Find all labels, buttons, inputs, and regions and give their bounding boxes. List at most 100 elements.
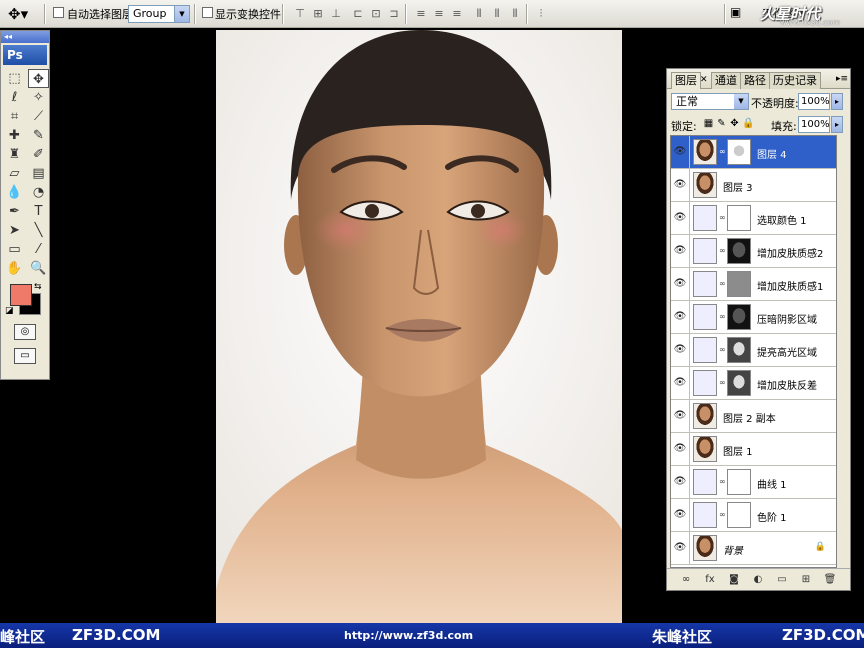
- marquee-tool-icon[interactable]: ⬚: [4, 69, 25, 88]
- layer-row[interactable]: 👁 ∞ 增加皮肤质感2: [671, 235, 836, 268]
- lasso-tool-icon[interactable]: ℓ: [4, 88, 25, 107]
- layer-row[interactable]: 👁 ∞ 图层 4: [671, 136, 836, 169]
- tab-channels[interactable]: 通道: [711, 72, 741, 89]
- clone-stamp-tool-icon[interactable]: ♜: [4, 145, 25, 164]
- opacity-input[interactable]: 100%: [798, 93, 830, 110]
- layer-mask-thumbnail[interactable]: [727, 469, 751, 495]
- align-hcenter-icon[interactable]: ⊡: [368, 6, 384, 22]
- layer-row[interactable]: 👁 图层 2 副本: [671, 400, 836, 433]
- dodge-tool-icon[interactable]: ◔: [28, 183, 49, 202]
- move-tool-icon[interactable]: ✥: [28, 69, 49, 88]
- align-bottom-icon[interactable]: ⊥: [328, 6, 344, 22]
- link-layers-icon[interactable]: ∞: [679, 573, 693, 587]
- eyedropper-tool-icon[interactable]: ⁄: [28, 240, 49, 259]
- panel-menu-icon[interactable]: ▸≡: [836, 74, 848, 84]
- layer-mask-thumbnail[interactable]: [727, 337, 751, 363]
- magic-wand-tool-icon[interactable]: ✧: [28, 88, 49, 107]
- lock-pixels-icon[interactable]: ✎: [716, 118, 727, 129]
- layer-row[interactable]: 👁 图层 3: [671, 169, 836, 202]
- visibility-eye-icon[interactable]: 👁: [671, 301, 690, 333]
- lock-transparent-icon[interactable]: ▦: [703, 118, 714, 129]
- move-tool-icon[interactable]: ✥▾: [8, 4, 40, 24]
- visibility-eye-icon[interactable]: 👁: [671, 532, 690, 564]
- layer-row[interactable]: 👁 图层 1: [671, 433, 836, 466]
- slice-tool-icon[interactable]: ⟋: [28, 107, 49, 126]
- file-browser-icon[interactable]: ▣: [730, 5, 741, 19]
- mask-link-icon[interactable]: ∞: [719, 477, 726, 486]
- gradient-tool-icon[interactable]: ▤: [28, 164, 49, 183]
- layer-row[interactable]: 👁 ∞ 选取颜色 1: [671, 202, 836, 235]
- crop-tool-icon[interactable]: ⌗: [4, 107, 25, 126]
- visibility-eye-icon[interactable]: 👁: [671, 334, 690, 366]
- tab-history[interactable]: 历史记录: [769, 72, 821, 89]
- layer-row[interactable]: 👁 ∞ 色阶 1: [671, 499, 836, 532]
- eraser-tool-icon[interactable]: ▱: [4, 164, 25, 183]
- app-badge[interactable]: Ps: [3, 45, 47, 65]
- auto-select-dropdown[interactable]: Group ▼: [128, 5, 190, 23]
- mask-link-icon[interactable]: ∞: [719, 147, 726, 156]
- visibility-eye-icon[interactable]: 👁: [671, 367, 690, 399]
- distribute-top-icon[interactable]: ≡: [413, 6, 429, 22]
- blend-mode-dropdown[interactable]: 正常 ▼: [671, 93, 749, 110]
- layer-row[interactable]: 👁 ∞ 增加皮肤反差: [671, 367, 836, 400]
- layer-mask-thumbnail[interactable]: [727, 502, 751, 528]
- visibility-eye-icon[interactable]: 👁: [671, 169, 690, 201]
- new-adjustment-icon[interactable]: ◐: [751, 573, 765, 587]
- show-transform-checkbox[interactable]: [202, 7, 213, 18]
- distribute-right-icon[interactable]: ⦀: [507, 6, 523, 22]
- tab-layers[interactable]: 图层: [671, 72, 701, 89]
- line-tool-icon[interactable]: ╲: [28, 221, 49, 240]
- layer-mask-thumbnail[interactable]: [727, 205, 751, 231]
- align-top-icon[interactable]: ⊤: [292, 6, 308, 22]
- tab-paths[interactable]: 路径: [740, 72, 770, 89]
- visibility-eye-icon[interactable]: 👁: [671, 235, 690, 267]
- layer-style-icon[interactable]: fx: [703, 573, 717, 587]
- mask-link-icon[interactable]: ∞: [719, 345, 726, 354]
- visibility-eye-icon[interactable]: 👁: [671, 202, 690, 234]
- visibility-eye-icon[interactable]: 👁: [671, 136, 690, 168]
- mask-link-icon[interactable]: ∞: [719, 279, 726, 288]
- opacity-slider-arrow[interactable]: ▸: [831, 93, 843, 110]
- layer-mask-thumbnail[interactable]: [727, 370, 751, 396]
- history-brush-tool-icon[interactable]: ✐: [28, 145, 49, 164]
- auto-align-icon[interactable]: ⫶: [533, 6, 549, 22]
- fill-slider-arrow[interactable]: ▸: [831, 116, 843, 133]
- layer-row[interactable]: 👁 ∞ 增加皮肤质感1: [671, 268, 836, 301]
- pen-tool-icon[interactable]: ✒: [4, 202, 25, 221]
- visibility-eye-icon[interactable]: 👁: [671, 466, 690, 498]
- notes-tool-icon[interactable]: ▭: [4, 240, 25, 259]
- distribute-bottom-icon[interactable]: ≡: [449, 6, 465, 22]
- auto-select-checkbox[interactable]: [53, 7, 64, 18]
- screen-mode-icon[interactable]: ▭: [14, 348, 36, 364]
- close-icon[interactable]: ✕: [700, 75, 708, 85]
- layer-mask-thumbnail[interactable]: [727, 139, 751, 165]
- healing-brush-tool-icon[interactable]: ✚: [4, 126, 25, 145]
- blur-tool-icon[interactable]: 💧: [4, 183, 25, 202]
- add-mask-icon[interactable]: ◙: [727, 573, 741, 587]
- layer-row[interactable]: 👁 背景 🔒: [671, 532, 836, 565]
- swap-colors-icon[interactable]: ⇆: [34, 282, 42, 292]
- document-canvas[interactable]: [216, 30, 622, 623]
- mask-link-icon[interactable]: ∞: [719, 246, 726, 255]
- type-tool-icon[interactable]: T: [28, 202, 49, 221]
- visibility-eye-icon[interactable]: 👁: [671, 400, 690, 432]
- mask-link-icon[interactable]: ∞: [719, 312, 726, 321]
- layer-row[interactable]: 👁 ∞ 提亮高光区域: [671, 334, 836, 367]
- layer-mask-thumbnail[interactable]: [727, 304, 751, 330]
- visibility-eye-icon[interactable]: 👁: [671, 268, 690, 300]
- trash-icon[interactable]: 🗑: [823, 573, 837, 587]
- mask-link-icon[interactable]: ∞: [719, 378, 726, 387]
- layer-row[interactable]: 👁 ∞ 曲线 1: [671, 466, 836, 499]
- fill-input[interactable]: 100%: [798, 116, 830, 133]
- align-vcenter-icon[interactable]: ⊞: [310, 6, 326, 22]
- new-layer-icon[interactable]: ⊞: [799, 573, 813, 587]
- mask-link-icon[interactable]: ∞: [719, 510, 726, 519]
- toolbox-grip[interactable]: ◂◂: [1, 31, 49, 43]
- visibility-eye-icon[interactable]: 👁: [671, 433, 690, 465]
- hand-tool-icon[interactable]: ✋: [4, 259, 25, 278]
- align-right-icon[interactable]: ⊐: [386, 6, 402, 22]
- mask-link-icon[interactable]: ∞: [719, 213, 726, 222]
- align-left-icon[interactable]: ⊏: [350, 6, 366, 22]
- distribute-vcenter-icon[interactable]: ≡: [431, 6, 447, 22]
- default-colors-icon[interactable]: ◪: [5, 306, 14, 316]
